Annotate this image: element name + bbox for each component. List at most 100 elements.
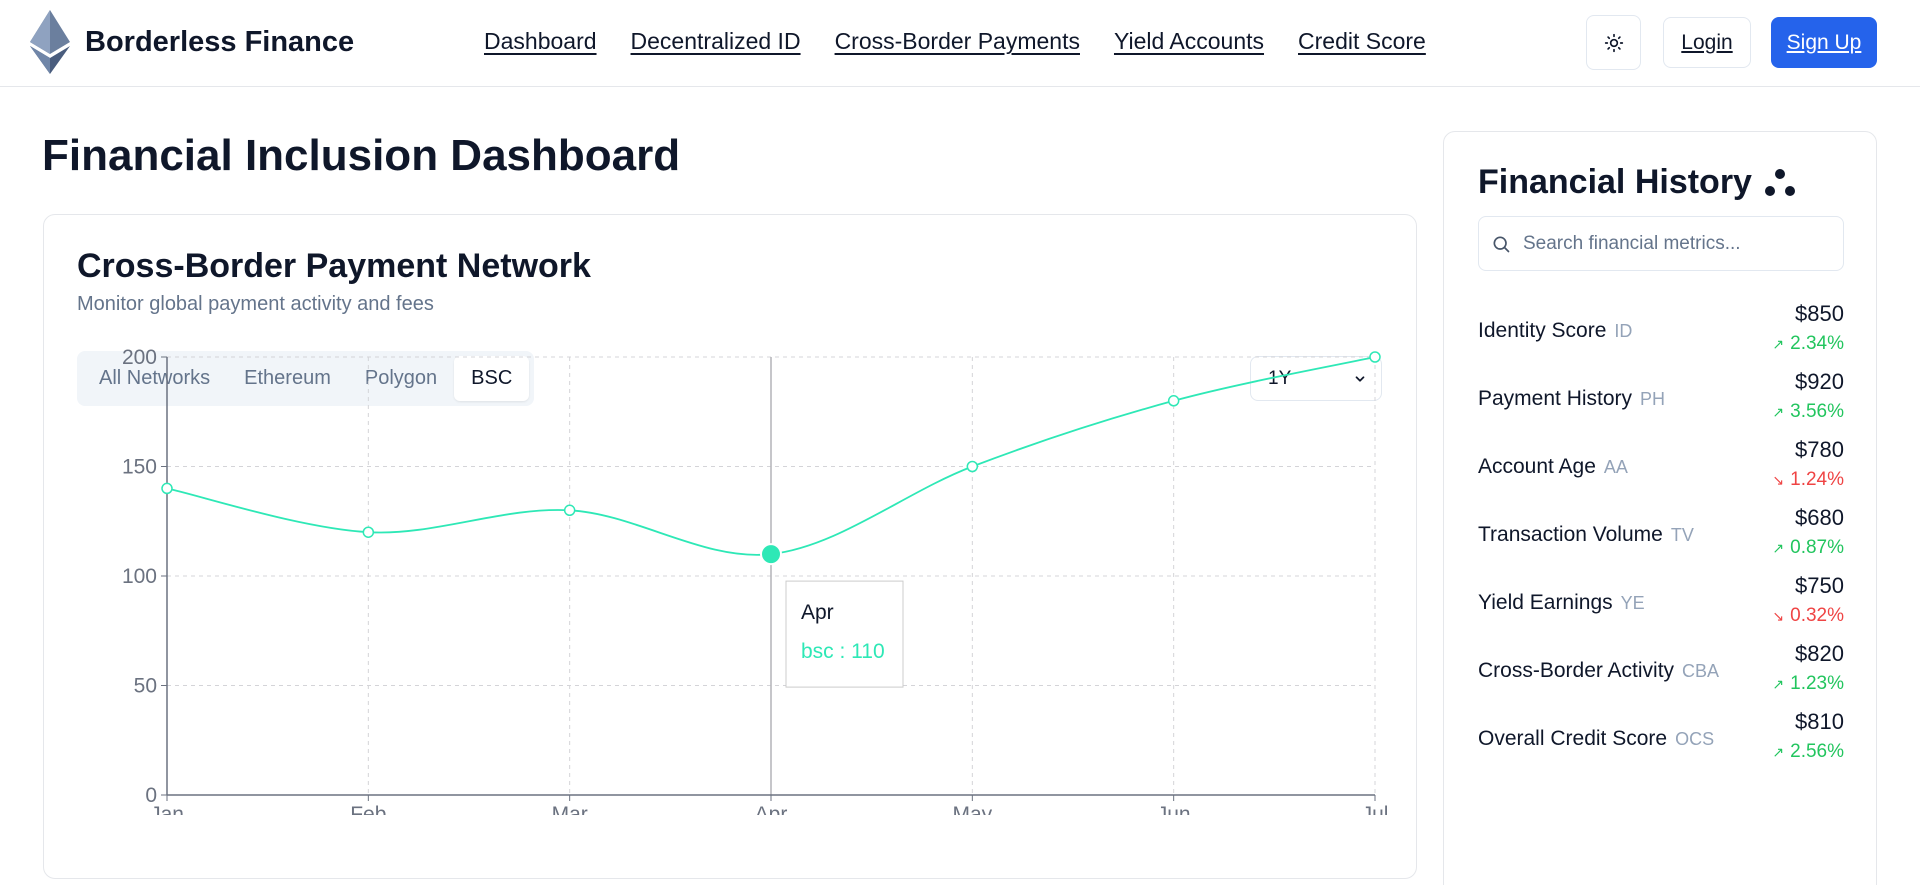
chart-tooltip <box>785 580 904 688</box>
arrow-up-right-icon: ↗ <box>1772 404 1785 420</box>
data-point <box>1369 351 1381 363</box>
metric-change: ↗ 0.87% <box>1772 537 1844 559</box>
metrics-search <box>1478 216 1844 271</box>
theme-toggle-button[interactable] <box>1586 15 1641 70</box>
active-data-point <box>760 543 782 566</box>
data-point <box>563 504 576 517</box>
metric-abbreviation: CBA <box>1682 661 1720 681</box>
metric-change: ↘ 1.24% <box>1772 469 1844 491</box>
arrow-down-right-icon: ↘ <box>1772 472 1785 488</box>
metric-row[interactable]: Cross-Border Activity CBA $820 ↗ 1.23% <box>1478 641 1844 701</box>
nav-credit-score[interactable]: Credit Score <box>1298 28 1426 55</box>
metric-value: $680 <box>1795 505 1844 530</box>
metric-abbreviation: OCS <box>1675 729 1715 749</box>
brand-name: Borderless Finance <box>85 25 355 58</box>
search-input[interactable] <box>1523 232 1823 255</box>
x-tick-label: Jul <box>1362 803 1389 815</box>
metric-row[interactable]: Identity Score ID $850 ↗ 2.34% <box>1478 301 1844 361</box>
search-icon <box>1493 236 1510 252</box>
nav-cross-border-payments[interactable]: Cross-Border Payments <box>835 28 1080 55</box>
arrow-up-right-icon: ↗ <box>1772 676 1785 692</box>
metric-row[interactable]: Yield Earnings YE $750 ↘ 0.32% <box>1478 573 1844 633</box>
metric-abbreviation: TV <box>1670 525 1694 545</box>
tooltip-value: bsc : 110 <box>801 640 885 663</box>
financial-history-heading: Financial History <box>1478 163 1798 202</box>
arrow-down-right-icon: ↘ <box>1772 608 1785 624</box>
x-tick-label: Mar <box>552 803 588 815</box>
payment-line-chart: 050100150200Jan Feb Mar Apr May Jun JulAprbsc … <box>122 346 1389 815</box>
metric-abbreviation: YE <box>1620 593 1645 613</box>
x-tick-label: May <box>952 803 992 815</box>
metric-label: Yield Earnings <box>1478 591 1613 614</box>
metric-label: Transaction Volume <box>1478 523 1663 546</box>
arrow-up-right-icon: ↗ <box>1772 540 1785 556</box>
y-tick-label: 150 <box>122 456 157 479</box>
metric-change: ↗ 2.56% <box>1772 741 1844 763</box>
data-point <box>161 482 173 495</box>
y-tick-label: 200 <box>122 346 157 369</box>
metric-name: Yield Earnings YE <box>1478 591 1645 615</box>
x-tick-label: Apr <box>755 803 788 815</box>
metric-label: Cross-Border Activity <box>1478 659 1675 682</box>
metric-change-value: 0.87% <box>1790 537 1844 558</box>
metric-value: $750 <box>1795 573 1844 598</box>
metric-value: $920 <box>1795 369 1844 394</box>
signup-button[interactable]: Sign Up <box>1771 17 1877 68</box>
page-title: Financial Inclusion Dashboard <box>42 131 681 180</box>
metric-name: Transaction Volume TV <box>1478 523 1694 547</box>
login-button[interactable]: Login <box>1663 17 1751 68</box>
metric-label: Payment History <box>1478 387 1633 410</box>
nav-dashboard[interactable]: Dashboard <box>484 28 597 55</box>
metric-value: $820 <box>1795 641 1844 666</box>
metric-abbreviation: ID <box>1614 321 1633 341</box>
y-tick-label: 100 <box>122 565 157 588</box>
metric-change-value: 1.24% <box>1790 469 1844 490</box>
metric-name: Cross-Border Activity CBA <box>1478 659 1719 683</box>
metric-change-value: 3.56% <box>1790 401 1844 422</box>
metric-change: ↘ 0.32% <box>1772 605 1844 627</box>
metric-name: Account Age AA <box>1478 455 1628 479</box>
brand[interactable]: Borderless Finance <box>30 10 354 74</box>
nav-decentralized-id[interactable]: Decentralized ID <box>631 28 801 55</box>
metric-label: Identity Score <box>1478 319 1607 342</box>
metric-change-value: 2.56% <box>1790 741 1844 762</box>
main-nav: Dashboard Decentralized ID Cross-Border … <box>484 28 1426 55</box>
arrow-up-right-icon: ↗ <box>1772 336 1785 352</box>
metric-name: Identity Score ID <box>1478 319 1632 343</box>
data-point <box>362 526 375 538</box>
metric-value: $810 <box>1795 709 1844 734</box>
nav-yield-accounts[interactable]: Yield Accounts <box>1114 28 1264 55</box>
metric-row[interactable]: Account Age AA $780 ↘ 1.24% <box>1478 437 1844 497</box>
metric-row[interactable]: Overall Credit Score OCS $810 ↗ 2.56% <box>1478 709 1844 769</box>
x-tick-label: Jan <box>150 803 184 815</box>
x-tick-label: Feb <box>350 803 386 815</box>
financial-history-title: Financial History <box>1478 163 1752 201</box>
tooltip-title: Apr <box>801 601 834 624</box>
data-point <box>966 460 979 473</box>
dots-icon <box>1764 168 1795 196</box>
metric-abbreviation: AA <box>1603 457 1628 477</box>
metric-change-value: 0.32% <box>1790 605 1844 626</box>
financial-history-panel: Financial History Identity Score ID $850 ↗ 2… <box>1443 131 1877 885</box>
metric-name: Overall Credit Score OCS <box>1478 727 1714 751</box>
payment-network-card: Cross-Border Payment Network Monitor glo… <box>43 214 1417 879</box>
metric-row[interactable]: Payment History PH $920 ↗ 3.56% <box>1478 369 1844 429</box>
arrow-up-right-icon: ↗ <box>1772 744 1785 760</box>
metric-abbreviation: PH <box>1640 389 1666 409</box>
top-header: Borderless Finance Dashboard Decentraliz… <box>0 0 1920 87</box>
data-point <box>1167 395 1180 407</box>
x-tick-label: Jun <box>1157 803 1191 815</box>
metric-change-value: 2.34% <box>1790 333 1844 354</box>
metric-row[interactable]: Transaction Volume TV $680 ↗ 0.87% <box>1478 505 1844 565</box>
sun-icon <box>1604 33 1623 52</box>
metric-name: Payment History PH <box>1478 387 1665 411</box>
metric-value: $850 <box>1795 301 1844 326</box>
metric-change: ↗ 2.34% <box>1772 333 1844 355</box>
metric-change: ↗ 1.23% <box>1772 673 1844 695</box>
y-tick-label: 50 <box>134 675 157 698</box>
metric-value: $780 <box>1795 437 1844 462</box>
metric-change-value: 1.23% <box>1790 673 1844 694</box>
metric-label: Overall Credit Score <box>1478 727 1668 750</box>
metric-label: Account Age <box>1478 455 1596 478</box>
metric-change: ↗ 3.56% <box>1772 401 1844 423</box>
